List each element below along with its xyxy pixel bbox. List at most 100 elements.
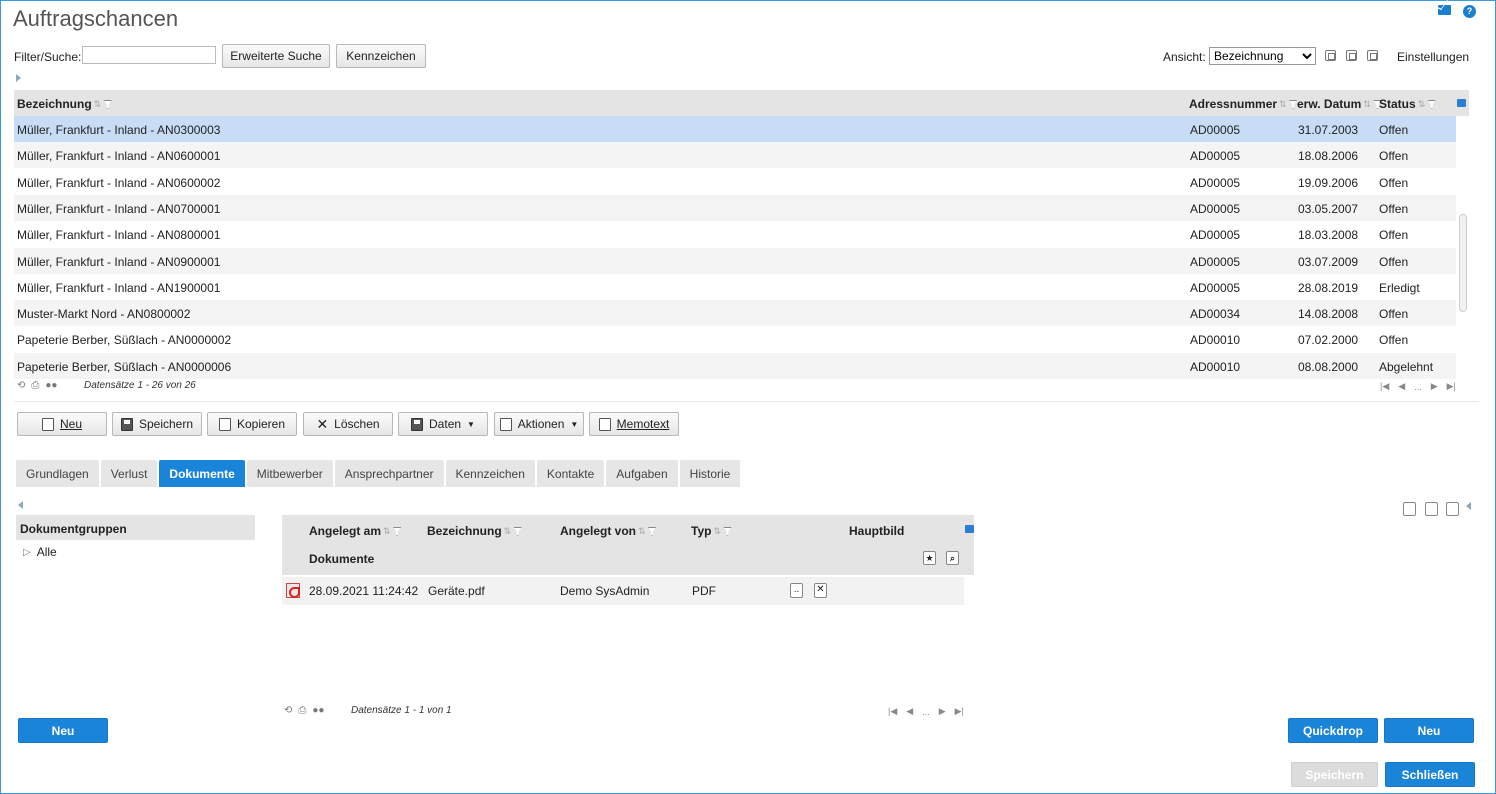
- export-icon[interactable]: ●●: [45, 380, 57, 391]
- sort-icon[interactable]: ⇅: [1279, 99, 1287, 110]
- more-button[interactable]: ..: [790, 583, 803, 598]
- sort-icon[interactable]: ⇅: [638, 526, 646, 537]
- column-header-status[interactable]: Status ⇅: [1379, 97, 1437, 111]
- tab-grundlagen[interactable]: Grundlagen: [16, 460, 99, 487]
- table-row[interactable]: Müller, Frankfurt - Inland - AN0700001 AD…: [14, 194, 1456, 221]
- print-icon[interactable]: ⎙: [31, 380, 39, 391]
- tree-expand-icon[interactable]: ▷: [23, 547, 31, 558]
- tab-historie[interactable]: Historie: [679, 460, 741, 487]
- tab-verlust[interactable]: Verlust: [100, 460, 158, 487]
- data-button[interactable]: Daten ▼: [398, 412, 488, 436]
- table-row[interactable]: Müller, Frankfurt - Inland - AN0900001 AD…: [14, 247, 1456, 274]
- doc-column-main-image[interactable]: Hauptbild: [849, 524, 904, 538]
- doc-column-created[interactable]: Angelegt am ⇅: [309, 524, 402, 538]
- column-header-adressnummer[interactable]: Adressnummer ⇅: [1189, 97, 1298, 111]
- table-row[interactable]: Müller, Frankfurt - Inland - AN1900001 AD…: [14, 274, 1456, 300]
- remove-icon[interactable]: ✕: [814, 583, 827, 598]
- tree-item-alle[interactable]: ▷ Alle: [23, 545, 57, 559]
- copy-button[interactable]: Kopieren: [207, 412, 297, 436]
- table-row[interactable]: Papeterie Berber, Süßlach - AN0000006 AD0…: [14, 352, 1456, 379]
- sort-icon[interactable]: ⇅: [383, 526, 391, 537]
- doc-column-chooser-icon[interactable]: [965, 525, 974, 533]
- actions-button[interactable]: Aktionen ▼: [494, 412, 584, 436]
- grid-scrollbar-thumb[interactable]: [1459, 214, 1467, 312]
- export-icon[interactable]: ●●: [312, 705, 324, 716]
- last-page-icon[interactable]: ▶|: [1447, 381, 1456, 392]
- filter-icon[interactable]: [103, 99, 113, 109]
- doc-column-type[interactable]: Typ ⇅: [691, 524, 732, 538]
- prev-page-icon[interactable]: ◀: [906, 706, 913, 717]
- doc-column-created-by[interactable]: Angelegt von ⇅: [560, 524, 657, 538]
- view-select[interactable]: Bezeichnung: [1209, 47, 1316, 65]
- filter-icon[interactable]: [513, 526, 523, 536]
- filter-input[interactable]: [82, 46, 216, 64]
- search-icon[interactable]: ⌕: [946, 551, 959, 565]
- table-row[interactable]: Muster-Markt Nord - AN0800002 AD00034 14.0…: [14, 300, 1456, 327]
- collapse-right-arrow-icon[interactable]: [1466, 502, 1471, 510]
- table-row[interactable]: Müller, Frankfurt - Inland - AN0600002 AD…: [14, 169, 1456, 195]
- new-button[interactable]: Neu: [17, 412, 107, 436]
- delete-button[interactable]: ✕ Löschen: [303, 412, 393, 436]
- column-chooser-icon[interactable]: [1457, 99, 1466, 107]
- pager-dots[interactable]: ...: [922, 707, 930, 717]
- expand-arrow-icon[interactable]: [16, 74, 21, 82]
- table-cell-status: Offen: [1379, 228, 1409, 243]
- document-row[interactable]: 28.09.2021 11:24:42 Geräte.pdf Demo SysA…: [282, 577, 964, 605]
- tab-mitbewerber[interactable]: Mitbewerber: [246, 460, 333, 487]
- filter-icon[interactable]: [723, 526, 732, 536]
- tab-ansprechpartner[interactable]: Ansprechpartner: [334, 460, 444, 487]
- next-page-icon[interactable]: ▶: [939, 706, 946, 717]
- save-button[interactable]: Speichern: [112, 412, 202, 436]
- column-header-datum[interactable]: erw. Datum ⇅: [1297, 97, 1382, 111]
- last-page-icon[interactable]: ▶|: [955, 706, 964, 717]
- tab-dokumente[interactable]: Dokumente: [159, 460, 245, 487]
- layout-3-icon[interactable]: [1446, 502, 1459, 516]
- prev-page-icon[interactable]: ◀: [1398, 381, 1405, 392]
- close-button[interactable]: Schließen: [1385, 762, 1475, 787]
- tab-kennzeichen[interactable]: Kennzeichen: [445, 460, 535, 487]
- tab-kontakte[interactable]: Kontakte: [536, 460, 605, 487]
- tab-aufgaben[interactable]: Aufgaben: [606, 460, 678, 487]
- sort-icon[interactable]: ⇅: [1418, 99, 1426, 110]
- documents-grid-header: Angelegt am ⇅ Bezeichnung ⇅ Angelegt von ⇅ …: [282, 515, 974, 575]
- filter-icon[interactable]: [647, 526, 657, 536]
- view-mode-1-icon[interactable]: [1325, 50, 1336, 61]
- first-page-icon[interactable]: |◀: [888, 706, 897, 717]
- tree-item-label[interactable]: Alle: [37, 545, 57, 559]
- quickdrop-button[interactable]: Quickdrop: [1288, 718, 1378, 743]
- filter-icon[interactable]: [1427, 99, 1437, 109]
- advanced-search-button[interactable]: Erweiterte Suche: [222, 44, 330, 68]
- pager-dots[interactable]: ...: [1414, 382, 1422, 392]
- print-icon[interactable]: ⎙: [298, 705, 306, 716]
- doc-new-button[interactable]: Neu: [1384, 718, 1474, 743]
- table-row[interactable]: Müller, Frankfurt - Inland - AN0800001 AD…: [14, 221, 1456, 247]
- footer-save-button[interactable]: Speichern: [1291, 762, 1378, 787]
- help-icon[interactable]: ?: [1463, 5, 1476, 18]
- first-page-icon[interactable]: |◀: [1380, 381, 1389, 392]
- sort-icon[interactable]: ⇅: [504, 526, 512, 537]
- refresh-icon[interactable]: ⟲: [284, 705, 292, 716]
- view-mode-3-icon[interactable]: [1367, 50, 1378, 61]
- pin-icon[interactable]: ★: [923, 551, 936, 565]
- mail-icon[interactable]: [1438, 5, 1451, 15]
- table-row[interactable]: Müller, Frankfurt - Inland - AN0300003 AD…: [14, 116, 1456, 142]
- table-row[interactable]: Müller, Frankfurt - Inland - AN0600001 AD…: [14, 142, 1456, 169]
- layout-2-icon[interactable]: [1425, 502, 1438, 516]
- next-page-icon[interactable]: ▶: [1431, 381, 1438, 392]
- collapse-left-arrow-icon[interactable]: [18, 501, 23, 509]
- layout-1-icon[interactable]: [1403, 502, 1416, 516]
- sort-icon[interactable]: ⇅: [94, 99, 102, 110]
- view-mode-2-icon[interactable]: [1346, 50, 1357, 61]
- table-cell-adr: AD00010: [1190, 333, 1241, 348]
- settings-link[interactable]: Einstellungen: [1397, 50, 1469, 64]
- tags-button[interactable]: Kennzeichen: [336, 44, 426, 68]
- sort-icon[interactable]: ⇅: [713, 526, 721, 537]
- refresh-icon[interactable]: ⟲: [17, 380, 25, 391]
- filter-icon[interactable]: [392, 526, 402, 536]
- doc-group-new-button[interactable]: Neu: [18, 718, 108, 743]
- sort-icon[interactable]: ⇅: [1363, 99, 1371, 110]
- memo-button[interactable]: Memotext: [589, 412, 679, 436]
- doc-column-name[interactable]: Bezeichnung ⇅: [427, 524, 523, 538]
- column-header-bezeichnung[interactable]: Bezeichnung ⇅: [17, 97, 113, 111]
- table-row[interactable]: Papeterie Berber, Süßlach - AN0000002 AD0…: [14, 326, 1456, 352]
